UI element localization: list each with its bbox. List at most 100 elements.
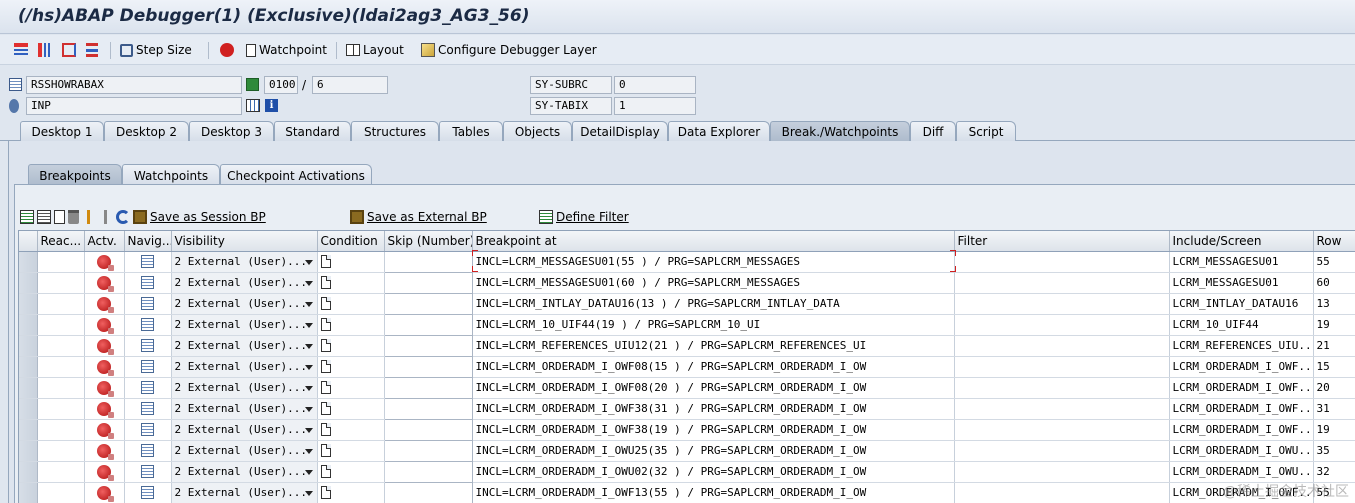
line-field[interactable]: 0100 (264, 76, 298, 94)
breakpoint-at-cell[interactable]: INCL=LCRM_ORDERADM_I_OWF38(19 ) / PRG=SA… (472, 419, 955, 441)
row-selector[interactable] (19, 398, 38, 420)
tab-desktop-1[interactable]: Desktop 1 (20, 121, 104, 141)
chevron-down-icon[interactable] (304, 322, 313, 328)
tab-structures[interactable]: Structures (351, 121, 439, 141)
skip-input[interactable] (383, 271, 473, 294)
tab-data-explorer[interactable]: Data Explorer (668, 121, 770, 141)
active-cell[interactable] (84, 335, 125, 357)
tab-standard[interactable]: Standard (274, 121, 351, 141)
row-selector[interactable] (19, 293, 38, 315)
condition-cell[interactable] (317, 314, 385, 336)
condition-cell[interactable] (317, 251, 385, 273)
save-external-bp[interactable]: Save as External BP (350, 208, 487, 226)
condition-cell[interactable] (317, 482, 385, 503)
change-icon[interactable] (37, 210, 51, 224)
navigate-cell[interactable] (124, 398, 172, 420)
tab-desktop-3[interactable]: Desktop 3 (189, 121, 274, 141)
chevron-down-icon[interactable] (304, 406, 313, 412)
row-selector[interactable] (19, 251, 38, 273)
condition-cell[interactable] (317, 419, 385, 441)
breakpoint-at-cell[interactable]: INCL=LCRM_10_UIF44(19 ) / PRG=SAPLCRM_10… (472, 314, 955, 336)
delete-icon[interactable] (68, 210, 79, 224)
breakpoint-at-cell[interactable]: INCL=LCRM_INTLAY_DATAU16(13 ) / PRG=SAPL… (472, 293, 955, 315)
col-breakpoint-at[interactable]: Breakpoint at (472, 231, 955, 252)
table-row[interactable]: 2 External (User)... INCL=LCRM_ORDERADM_I… (19, 397, 1355, 420)
navigate-cell[interactable] (124, 419, 172, 441)
skip-input[interactable] (383, 313, 473, 336)
skip-input[interactable] (383, 481, 473, 503)
table-row[interactable]: 2 External (User)... INCL=LCRM_10_UIF44(1… (19, 313, 1355, 336)
condition-icon[interactable] (320, 339, 331, 353)
col-select[interactable] (19, 231, 38, 252)
active-cell[interactable] (84, 251, 125, 273)
row-selector[interactable] (19, 356, 38, 378)
save-session-icon[interactable] (133, 210, 147, 224)
save-session-bp-button[interactable]: Save as Session BP (150, 210, 266, 224)
col-include-screen[interactable]: Include/Screen (1169, 231, 1314, 252)
condition-icon[interactable] (320, 297, 331, 311)
chevron-down-icon[interactable] (304, 469, 313, 475)
navigate-cell[interactable] (124, 356, 172, 378)
chevron-down-icon[interactable] (304, 364, 313, 370)
row-selector[interactable] (19, 482, 38, 503)
col-skip[interactable]: Skip (Number) (384, 231, 473, 252)
define-filter-button[interactable]: Define Filter (556, 210, 629, 224)
condition-icon[interactable] (320, 402, 331, 416)
navigate-icon[interactable] (141, 486, 154, 500)
condition-icon[interactable] (320, 255, 331, 269)
condition-cell[interactable] (317, 377, 385, 399)
breakpoint-active-icon[interactable] (97, 296, 114, 313)
table-row[interactable]: 2 External (User)... INCL=LCRM_MESSAGESU0… (19, 250, 1355, 273)
step-into-button[interactable] (14, 41, 31, 59)
row-selector[interactable] (19, 419, 38, 441)
return-button[interactable] (62, 41, 79, 59)
active-cell[interactable] (84, 356, 125, 378)
active-cell[interactable] (84, 398, 125, 420)
col-reached[interactable]: Reac... (37, 231, 85, 252)
navigate-cell[interactable] (124, 251, 172, 273)
breakpoint-at-cell[interactable]: INCL=LCRM_ORDERADM_I_OWF08(15 ) / PRG=SA… (472, 356, 955, 378)
filter-cell[interactable] (954, 419, 1170, 441)
row-selector[interactable] (19, 377, 38, 399)
navigate-cell[interactable] (124, 314, 172, 336)
active-cell[interactable] (84, 419, 125, 441)
navigate-cell[interactable] (124, 461, 172, 483)
condition-cell[interactable] (317, 272, 385, 294)
filter-cell[interactable] (954, 335, 1170, 357)
program-field[interactable]: RSSHOWRABAX (26, 76, 242, 94)
skip-input[interactable] (383, 250, 473, 273)
skip-input[interactable] (383, 418, 473, 441)
navigate-icon[interactable] (141, 276, 154, 290)
filter-cell[interactable] (954, 272, 1170, 294)
tab-detail-display[interactable]: DetailDisplay (572, 121, 668, 141)
filter-cell[interactable] (954, 461, 1170, 483)
tab-objects[interactable]: Objects (503, 121, 572, 141)
breakpoint-active-icon[interactable] (97, 359, 114, 376)
visibility-cell[interactable]: 2 External (User)... (171, 377, 318, 399)
col-visibility[interactable]: Visibility (171, 231, 318, 252)
navigate-icon[interactable] (141, 423, 154, 437)
condition-icon[interactable] (320, 465, 331, 479)
navigate-icon[interactable] (141, 360, 154, 374)
display-icon[interactable] (246, 99, 260, 112)
breakpoint-active-icon[interactable] (97, 422, 114, 439)
table-row[interactable]: 2 External (User)... INCL=LCRM_MESSAGESU0… (19, 271, 1355, 294)
chevron-down-icon[interactable] (304, 490, 313, 496)
filter-cell[interactable] (954, 356, 1170, 378)
row-selector[interactable] (19, 314, 38, 336)
breakpoint-at-cell[interactable]: INCL=LCRM_ORDERADM_I_OWF13(55 ) / PRG=SA… (472, 482, 955, 503)
visibility-cell[interactable]: 2 External (User)... (171, 482, 318, 503)
breakpoint-at-cell[interactable]: INCL=LCRM_REFERENCES_UIU12(21 ) / PRG=SA… (472, 335, 955, 357)
active-cell[interactable] (84, 482, 125, 503)
breakpoint-at-cell[interactable]: INCL=LCRM_ORDERADM_I_OWF38(31 ) / PRG=SA… (472, 398, 955, 420)
visibility-cell[interactable]: 2 External (User)... (171, 272, 318, 294)
chevron-down-icon[interactable] (304, 427, 313, 433)
row-selector[interactable] (19, 461, 38, 483)
tab-script[interactable]: Script (956, 121, 1016, 141)
col-condition[interactable]: Condition (317, 231, 385, 252)
chevron-down-icon[interactable] (304, 343, 313, 349)
breakpoint-active-icon[interactable] (97, 380, 114, 397)
navigate-icon[interactable] (141, 339, 154, 353)
navigate-icon[interactable] (141, 255, 154, 269)
details-icon[interactable] (20, 210, 34, 224)
